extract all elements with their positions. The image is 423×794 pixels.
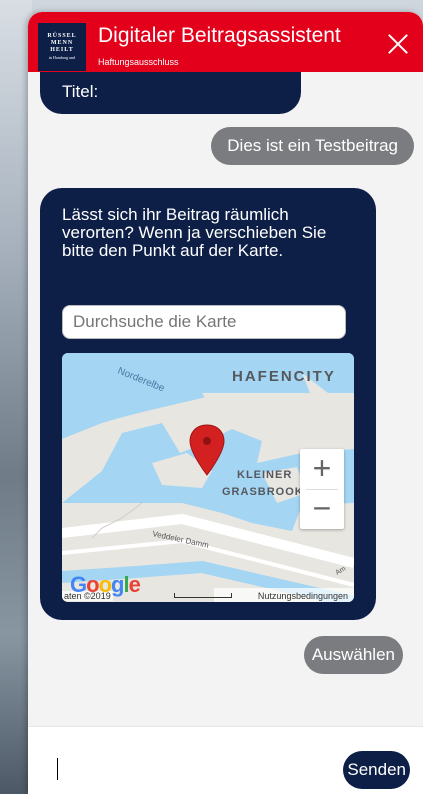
google-letter: o	[98, 572, 112, 597]
google-logo: Google	[70, 572, 141, 598]
map-label-hafencity: HAFENCITY	[232, 368, 336, 385]
logo-line: RÜSSEL	[47, 33, 77, 39]
map-terms-link[interactable]: Nutzungsbedingungen	[258, 591, 348, 601]
chat-title: Digitaler Beitragsassistent	[98, 24, 341, 47]
chat-header: RÜSSEL MENN HEILT in Hamburg und Digital…	[28, 12, 423, 72]
bot-message-text: Titel:	[62, 82, 99, 101]
select-location-button[interactable]: Auswählen	[303, 636, 403, 674]
close-icon[interactable]	[387, 32, 409, 54]
disclaimer-link[interactable]: Haftungsausschluss	[98, 57, 179, 67]
google-letter: G	[70, 572, 87, 597]
map-zoom-control: + −	[300, 449, 344, 529]
logo-line: HEILT	[50, 47, 74, 53]
send-button[interactable]: Senden	[343, 751, 410, 789]
message-composer: Senden	[28, 726, 423, 794]
text-cursor[interactable]	[57, 758, 58, 780]
logo-line: in Hamburg und	[48, 55, 76, 60]
user-message: Dies ist ein Testbeitrag	[211, 127, 414, 165]
bot-question-text: Lässt sich ihr Beitrag räumlich verorten…	[62, 205, 327, 260]
zoom-in-button[interactable]: +	[300, 449, 344, 489]
map-scale-bar	[174, 593, 232, 598]
bot-message-map: Lässt sich ihr Beitrag räumlich verorten…	[40, 188, 376, 620]
zoom-out-button[interactable]: −	[300, 489, 344, 529]
map-label-kleiner: KLEINER	[237, 469, 292, 481]
google-letter: g	[111, 572, 124, 597]
map-search-input[interactable]	[62, 305, 346, 339]
chat-widget: RÜSSEL MENN HEILT in Hamburg und Digital…	[28, 12, 423, 794]
map-label-grasbrook: GRASBROOK	[222, 486, 304, 498]
zoom-divider	[306, 489, 338, 490]
google-letter: e	[128, 572, 141, 597]
logo-line: MENN	[50, 40, 74, 46]
google-letter: o	[86, 572, 99, 597]
brand-logo: RÜSSEL MENN HEILT in Hamburg und	[38, 23, 86, 71]
map-view[interactable]: HAFENCITY Norderelbe KLEINER GRASBROOK V…	[62, 353, 354, 602]
